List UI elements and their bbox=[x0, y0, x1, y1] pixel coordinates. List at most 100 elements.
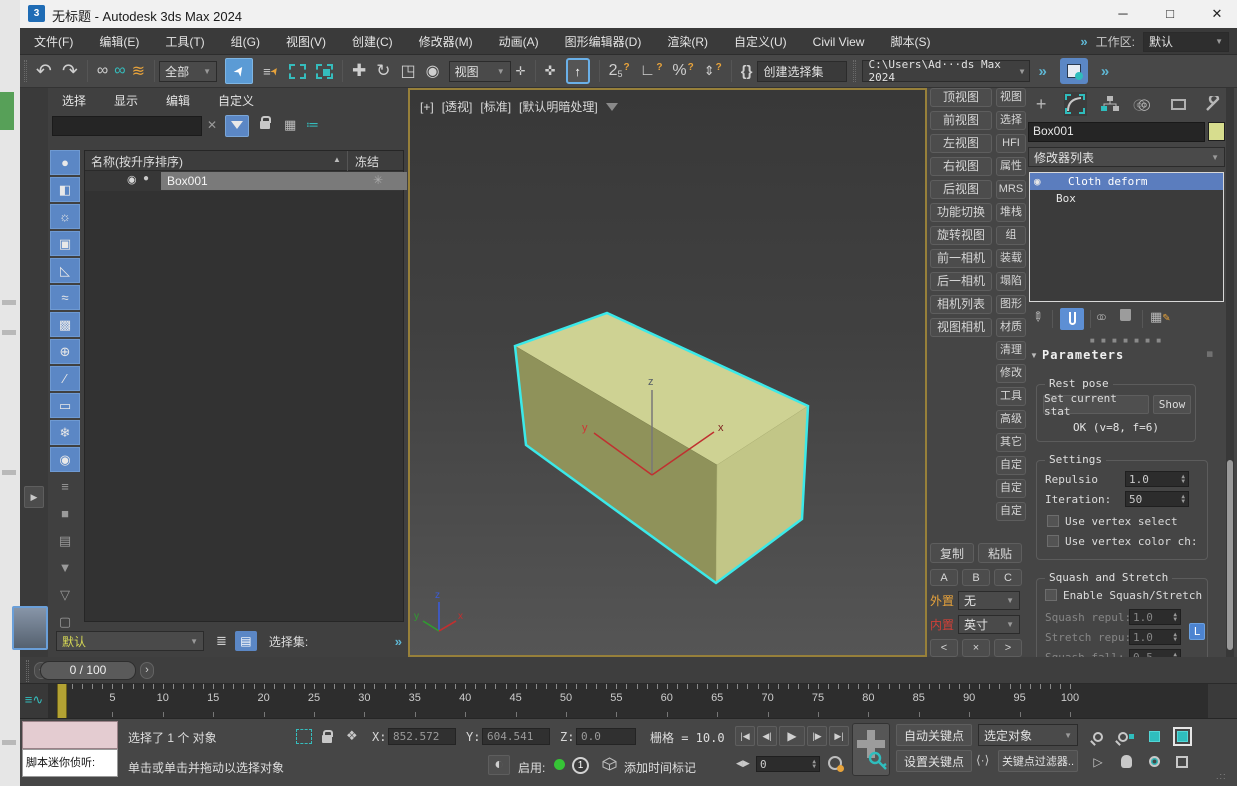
eye-icon[interactable]: ◉ bbox=[127, 173, 137, 186]
groups-filter-icon[interactable]: ▩ bbox=[50, 312, 80, 337]
containers-filter-icon[interactable]: ▭ bbox=[50, 393, 80, 418]
display-list-icon[interactable]: ≡ bbox=[50, 474, 80, 499]
external-combo[interactable]: 无 ▼ bbox=[958, 591, 1020, 610]
parameter-spinner[interactable]: 1.0▲▼ bbox=[1129, 629, 1181, 645]
cameras-filter-icon[interactable]: ▣ bbox=[50, 231, 80, 256]
tab-hierarchy[interactable] bbox=[1099, 92, 1121, 116]
name-column-header[interactable]: 名称(按升序排序) bbox=[91, 153, 183, 170]
view-button[interactable]: 旋转视图 bbox=[930, 226, 992, 245]
redo-icon[interactable]: ↷ bbox=[62, 60, 78, 83]
menu-item[interactable]: Civil View bbox=[813, 35, 865, 49]
paste-button[interactable]: 粘贴 bbox=[978, 543, 1022, 563]
absolute-offset-toggle[interactable]: ❖ bbox=[346, 728, 358, 744]
tab-modify[interactable] bbox=[1064, 92, 1086, 116]
set-key-button[interactable]: 设置关键点 bbox=[896, 750, 972, 772]
tab-display[interactable] bbox=[1167, 92, 1189, 116]
parameter-checkbox[interactable] bbox=[1047, 535, 1059, 547]
render-dot-icon[interactable]: ● bbox=[143, 173, 149, 184]
set-current-state-button[interactable]: Set current stat bbox=[1043, 395, 1149, 414]
eye-icon[interactable]: ◉ bbox=[1034, 173, 1041, 190]
pan-hand-icon[interactable] bbox=[1114, 751, 1138, 772]
geometry-filter-icon[interactable]: ● bbox=[50, 150, 80, 175]
modifier-list-combo[interactable]: 修改器列表 ▼ bbox=[1028, 147, 1225, 167]
use-pivot-center-icon[interactable]: ✛ bbox=[516, 64, 526, 78]
tool-button[interactable]: 装载 bbox=[996, 249, 1026, 268]
spinner-arrows-icon[interactable]: ▲▼ bbox=[1181, 494, 1185, 504]
explorer-search-input[interactable] bbox=[52, 116, 202, 136]
tab-utilities[interactable] bbox=[1202, 92, 1224, 116]
parameter-spinner[interactable]: 50▲▼ bbox=[1125, 491, 1189, 507]
tool-button[interactable]: 选择 bbox=[996, 111, 1026, 130]
filter-icon[interactable]: ▽ bbox=[50, 582, 80, 607]
clear-search-icon[interactable]: ✕ bbox=[207, 118, 217, 132]
next-frame-button[interactable]: › bbox=[140, 662, 154, 679]
save-file-button[interactable] bbox=[1060, 58, 1088, 84]
menu-item[interactable]: 文件(F) bbox=[34, 33, 73, 50]
view-button[interactable]: 功能切换 bbox=[930, 203, 992, 222]
minimize-button[interactable]: ─ bbox=[1103, 0, 1143, 28]
parameter-spinner[interactable]: 1.0▲▼ bbox=[1129, 609, 1181, 625]
parameter-checkbox[interactable] bbox=[1047, 515, 1059, 527]
view-button[interactable]: 前一相机 bbox=[930, 249, 992, 268]
workspace-combo[interactable]: 默认 ▼ bbox=[1143, 32, 1229, 52]
tool-button[interactable]: 高级 bbox=[996, 410, 1026, 429]
percent-snap-button[interactable]: %? bbox=[672, 62, 693, 80]
spinner-arrows-icon[interactable]: ▲▼ bbox=[1181, 474, 1185, 484]
spacewarps-filter-icon[interactable]: ≈ bbox=[50, 285, 80, 310]
zoom-extents-all-icon[interactable] bbox=[1170, 726, 1194, 747]
tab-motion[interactable]: ◎ bbox=[1133, 92, 1155, 116]
explorer-filter-button[interactable] bbox=[225, 115, 249, 137]
trash-icon[interactable] bbox=[1120, 309, 1131, 324]
menu-item[interactable]: 组(G) bbox=[231, 33, 260, 50]
y-coordinate-field[interactable]: 604.541 bbox=[482, 728, 550, 745]
enable-squash-checkbox[interactable] bbox=[1045, 589, 1057, 601]
track-bar[interactable]: 0510152025303540455055606570758085909510… bbox=[48, 684, 1208, 718]
parameter-spinner[interactable]: 0.5▲▼ bbox=[1129, 649, 1181, 657]
zoom-all-icon[interactable] bbox=[1114, 726, 1138, 747]
timeslider-grip[interactable] bbox=[26, 660, 29, 682]
time-slider-marker[interactable] bbox=[57, 684, 67, 718]
tool-button[interactable]: 组 bbox=[996, 226, 1026, 245]
configure-modifier-sets-icon[interactable]: ▦✎ bbox=[1150, 309, 1171, 325]
tool-button[interactable]: 塌陷 bbox=[996, 272, 1026, 291]
explorer-menu-item[interactable]: 自定义 bbox=[218, 92, 254, 109]
menu-item[interactable]: 工具(T) bbox=[165, 33, 204, 50]
preset-combo[interactable]: 默认 ▼ bbox=[56, 631, 204, 651]
tool-button[interactable]: 视图 bbox=[996, 88, 1026, 107]
parameter-spinner[interactable]: 1.0▲▼ bbox=[1125, 471, 1189, 487]
table-row[interactable]: ◉ ● Box001 ✳ bbox=[85, 171, 403, 191]
play-button[interactable]: ▶ bbox=[779, 726, 805, 746]
spinner-arrows-icon[interactable]: ▲▼ bbox=[1173, 612, 1177, 622]
tool-button[interactable]: 自定 bbox=[996, 479, 1026, 498]
isolate-selection-button[interactable] bbox=[296, 729, 312, 744]
auto-key-button[interactable]: 自动关键点 bbox=[896, 724, 972, 746]
playback-button[interactable]: ◀| bbox=[757, 726, 777, 746]
tool-button[interactable]: 清理 bbox=[996, 341, 1026, 360]
scrollbar-thumb[interactable] bbox=[1227, 460, 1233, 650]
shapes-filter-icon[interactable]: ◧ bbox=[50, 177, 80, 202]
docked-panel-button[interactable] bbox=[12, 606, 48, 650]
close-button[interactable]: ✕ bbox=[1197, 0, 1237, 28]
tool-button[interactable]: 属性 bbox=[996, 157, 1026, 176]
select-and-rotate-button[interactable]: ↻ bbox=[376, 61, 390, 81]
slot-button[interactable]: A bbox=[930, 569, 958, 586]
window-crossing-toggle[interactable] bbox=[316, 64, 333, 79]
select-and-place-button[interactable]: ◉ bbox=[426, 61, 440, 81]
object-color-swatch[interactable] bbox=[1208, 122, 1225, 141]
rectangular-selection-region-button[interactable] bbox=[289, 64, 306, 79]
tool-button[interactable]: 工具 bbox=[996, 387, 1026, 406]
object-name-field[interactable]: Box001 bbox=[1028, 122, 1205, 142]
show-end-result-button[interactable] bbox=[1060, 308, 1084, 330]
tool-button[interactable]: 堆栈 bbox=[996, 203, 1026, 222]
view-button[interactable]: 顶视图 bbox=[930, 88, 992, 107]
bones-filter-icon[interactable]: ∕ bbox=[50, 366, 80, 391]
maximize-button[interactable]: □ bbox=[1150, 0, 1190, 28]
viewport-canvas[interactable]: z y x z y x bbox=[410, 90, 925, 655]
orbit-icon[interactable] bbox=[1142, 751, 1166, 772]
playback-button[interactable]: |▶ bbox=[807, 726, 827, 746]
menu-item[interactable]: 自定义(U) bbox=[734, 33, 787, 50]
select-and-scale-button[interactable]: ◳ bbox=[401, 61, 416, 81]
helpers-filter-icon[interactable]: ◺ bbox=[50, 258, 80, 283]
menu-item[interactable]: 编辑(E) bbox=[99, 33, 139, 50]
explorer-overflow-chevron[interactable]: » bbox=[395, 634, 402, 649]
